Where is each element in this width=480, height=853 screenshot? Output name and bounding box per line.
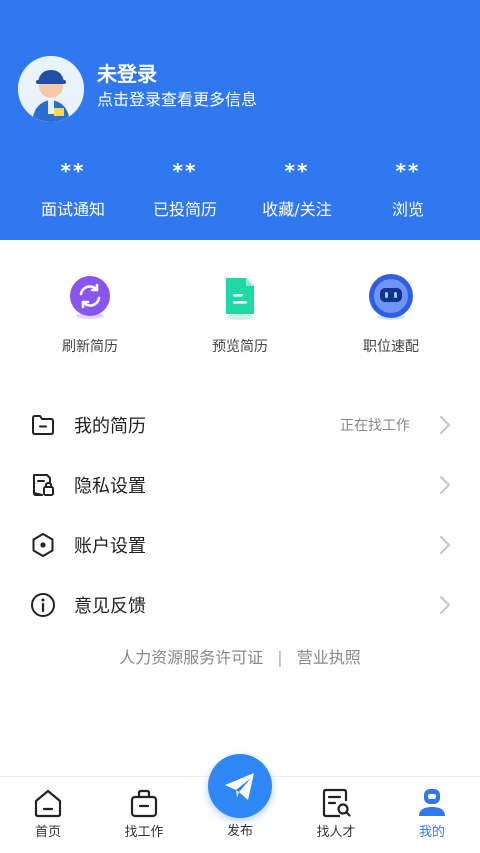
- stat-favorites[interactable]: ** 收藏/关注: [247, 160, 347, 220]
- quick-label: 预览简历: [212, 339, 268, 355]
- search-document-icon: [320, 787, 352, 819]
- tab-label: 找人才: [316, 825, 356, 840]
- login-subtitle[interactable]: 点击登录查看更多信息: [97, 86, 257, 110]
- link-separator: |: [277, 648, 283, 667]
- menu-label: 我的简历: [74, 416, 146, 437]
- stat-label: 面试通知: [40, 200, 105, 219]
- tab-home[interactable]: 首页: [8, 787, 88, 840]
- chevron-right-icon: [438, 415, 452, 435]
- menu-label: 隐私设置: [74, 476, 146, 497]
- briefcase-icon: [128, 787, 160, 819]
- avatar[interactable]: [18, 56, 84, 122]
- stat-value: **: [395, 159, 421, 183]
- hr-license-link[interactable]: 人力资源服务许可证: [119, 648, 263, 667]
- chevron-right-icon: [438, 475, 452, 495]
- publish-label: 发布: [226, 824, 253, 839]
- menu-my-resume[interactable]: 我的简历 正在找工作: [0, 403, 480, 447]
- robot-icon: [367, 272, 415, 320]
- stat-views[interactable]: ** 浏览: [358, 160, 458, 220]
- stat-value: **: [60, 159, 86, 183]
- menu-label: 账户设置: [74, 536, 146, 557]
- stat-label: 浏览: [391, 200, 424, 219]
- tab-find-talent[interactable]: 找人才: [296, 787, 376, 840]
- stat-label: 收藏/关注: [262, 200, 332, 219]
- menu-feedback[interactable]: 意见反馈: [0, 583, 480, 627]
- hexagon-settings-icon: [30, 532, 56, 558]
- publish-button[interactable]: [208, 754, 272, 818]
- tab-label: 我的: [418, 825, 445, 840]
- paper-plane-icon: [225, 773, 254, 800]
- tab-find-job[interactable]: 找工作: [104, 787, 184, 840]
- chevron-right-icon: [438, 595, 452, 615]
- menu-privacy-settings[interactable]: 隐私设置: [0, 463, 480, 507]
- chevron-right-icon: [438, 535, 452, 555]
- stat-interview[interactable]: ** 面试通知: [23, 160, 123, 220]
- stat-applied[interactable]: ** 已投简历: [135, 160, 235, 220]
- quick-refresh-resume[interactable]: 刷新简历: [30, 272, 150, 356]
- tab-label: 找工作: [124, 825, 164, 840]
- document-icon: [216, 272, 264, 320]
- profile-header: 未登录 点击登录查看更多信息 ** 面试通知 ** 已投简历 ** 收藏/关注 …: [0, 0, 480, 240]
- user-icon: [416, 787, 448, 819]
- avatar-illustration-icon: [18, 56, 84, 122]
- quick-label: 刷新简历: [62, 339, 118, 355]
- business-license-link[interactable]: 营业执照: [297, 648, 361, 667]
- quick-label: 职位速配: [363, 339, 419, 355]
- quick-job-match[interactable]: 职位速配: [331, 272, 451, 356]
- info-icon: [30, 592, 56, 618]
- lock-file-icon: [30, 472, 56, 498]
- refresh-icon: [66, 272, 114, 320]
- footer-links: 人力资源服务许可证 | 营业执照: [0, 644, 480, 668]
- stat-label: 已投简历: [152, 200, 217, 219]
- login-title[interactable]: 未登录: [97, 58, 157, 87]
- menu-account-settings[interactable]: 账户设置: [0, 523, 480, 567]
- menu-label: 意见反馈: [74, 596, 146, 617]
- stat-value: **: [172, 159, 198, 183]
- quick-preview-resume[interactable]: 预览简历: [180, 272, 300, 356]
- job-status-text: 正在找工作: [340, 418, 410, 434]
- tab-label: 首页: [34, 825, 61, 840]
- folder-icon: [30, 412, 56, 438]
- home-icon: [32, 787, 64, 819]
- stat-value: **: [284, 159, 310, 183]
- tab-mine[interactable]: 我的: [392, 787, 472, 840]
